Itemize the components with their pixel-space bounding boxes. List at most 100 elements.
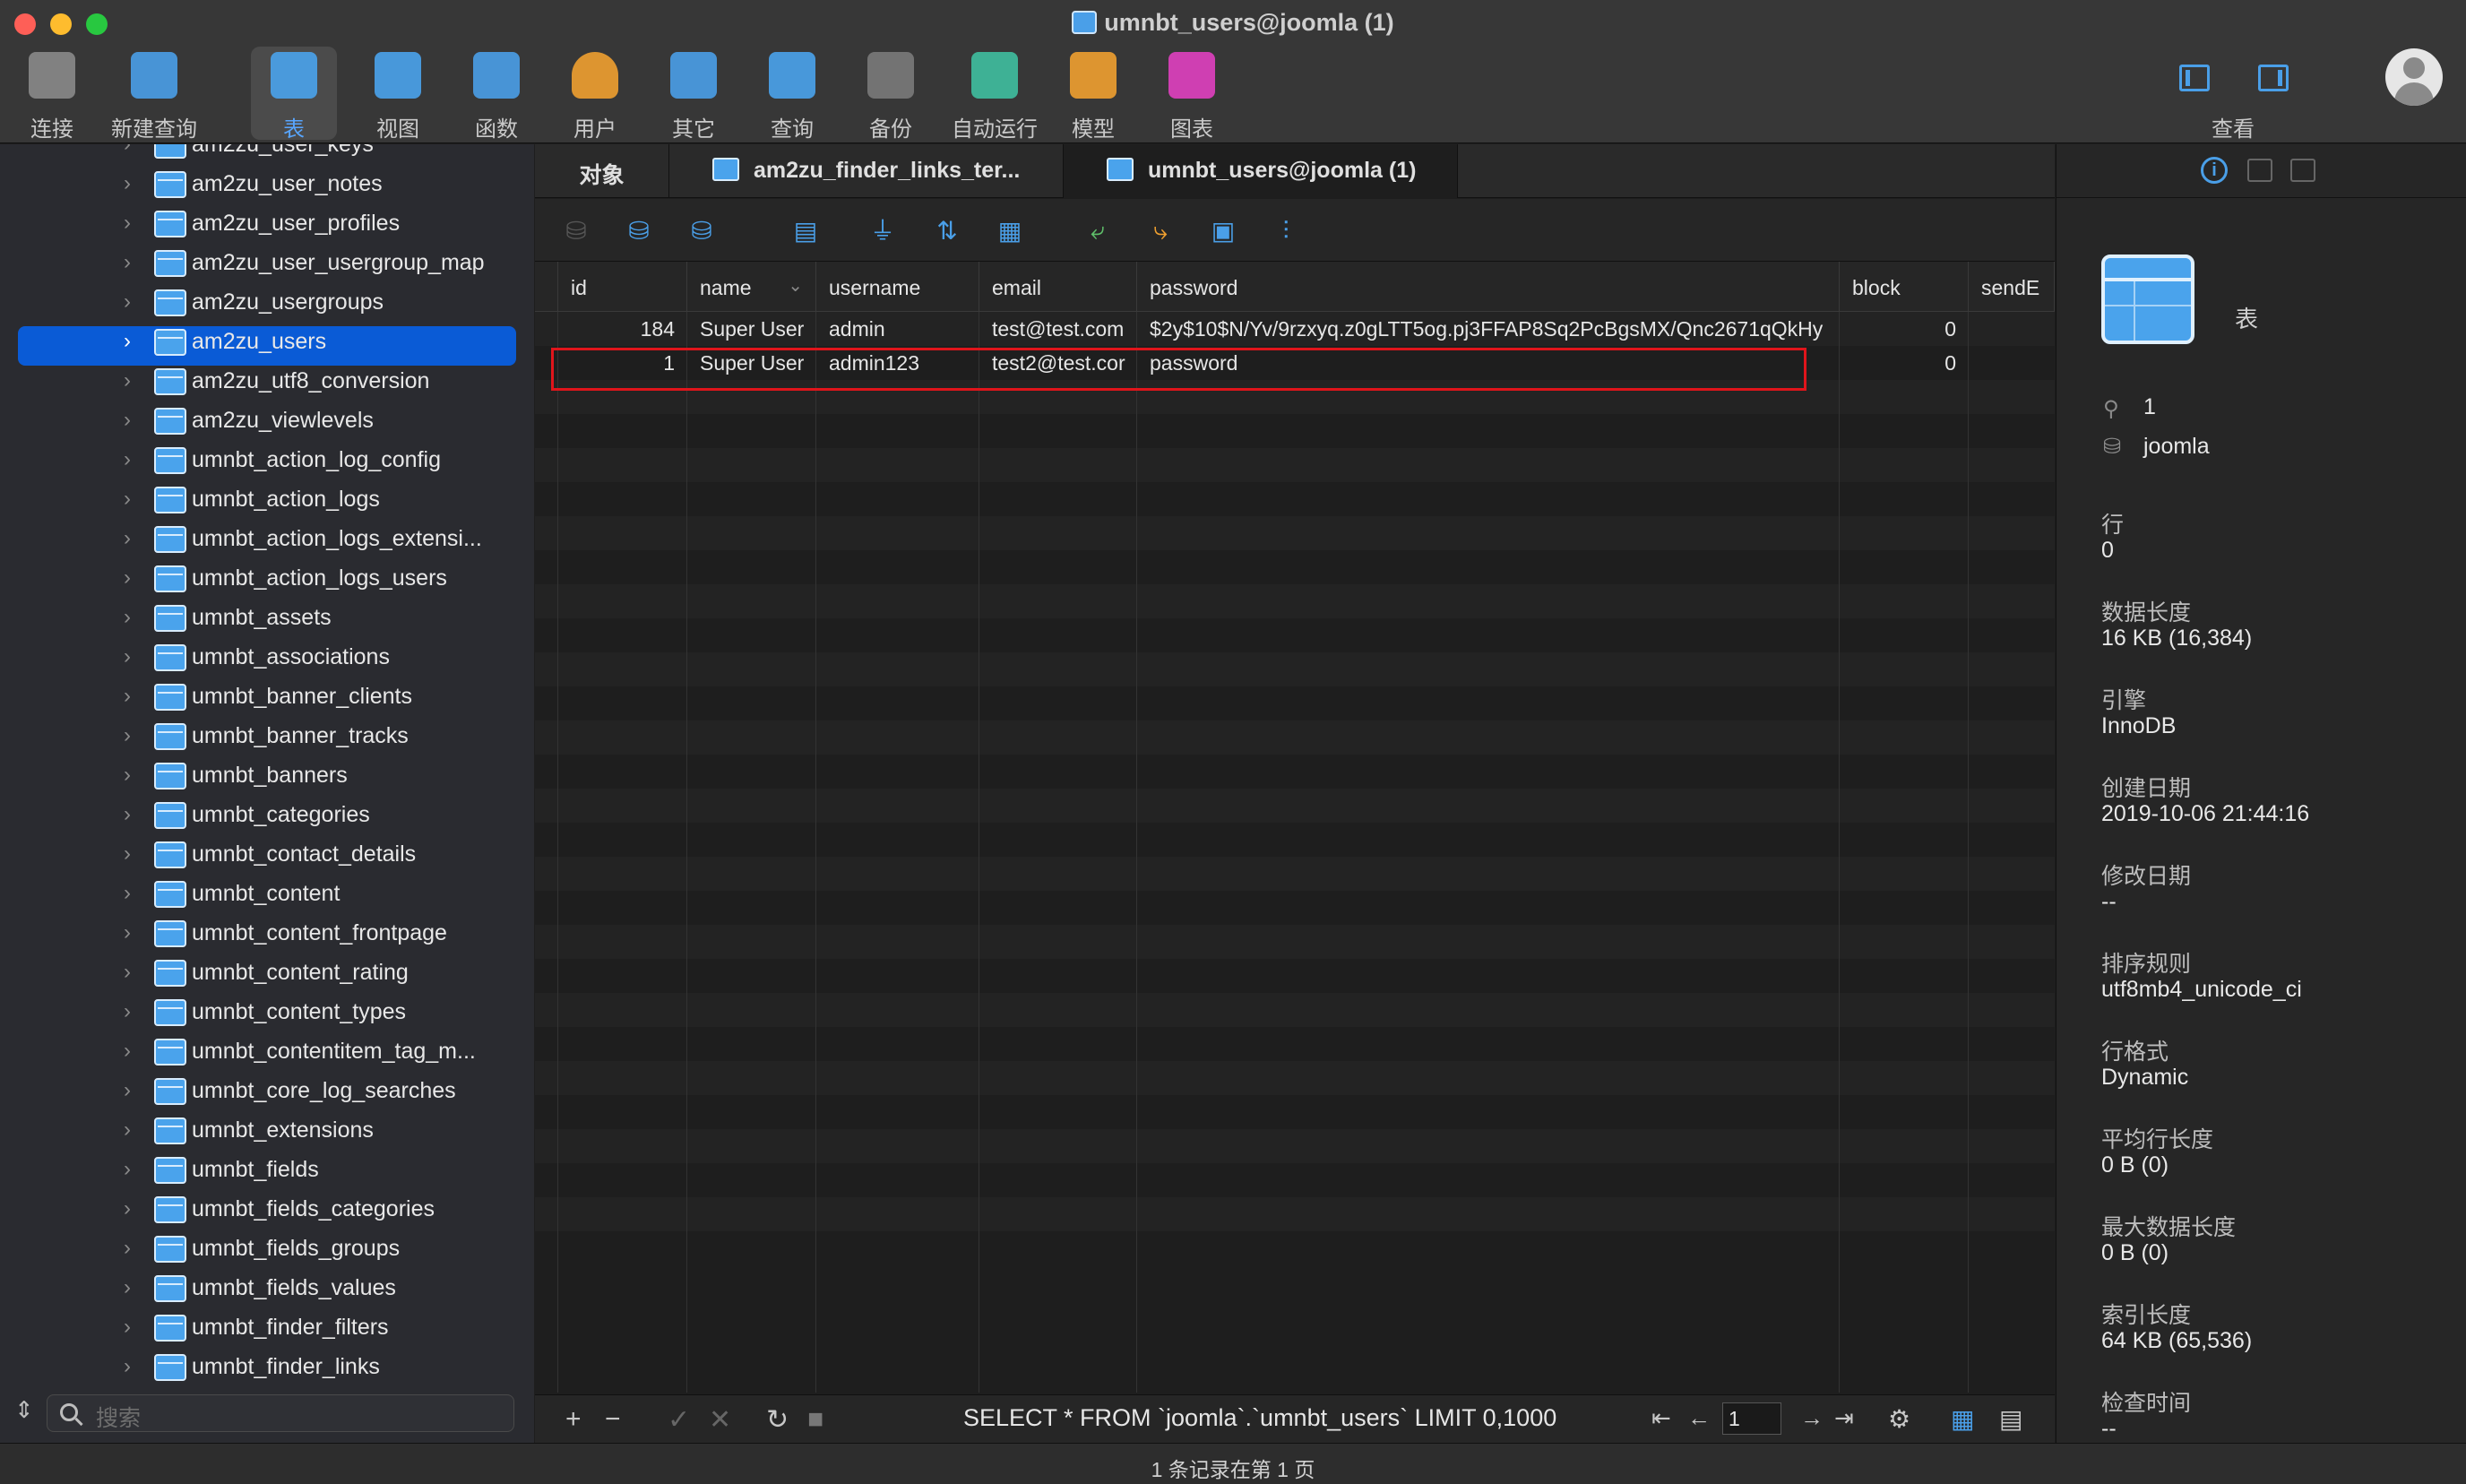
first-page-button[interactable]: ⇤	[1651, 1404, 1671, 1432]
add-row-button[interactable]: +	[565, 1404, 582, 1435]
sidebar-item-umnbt_extensions[interactable]: › umnbt_extensions	[0, 1110, 534, 1150]
chevron-right-icon[interactable]: ›	[124, 1354, 131, 1379]
tab-finder-links[interactable]: am2zu_finder_links_ter...	[669, 144, 1064, 198]
sidebar-item-umnbt_content_frontpage[interactable]: › umnbt_content_frontpage	[0, 913, 534, 953]
last-page-button[interactable]: ⇥	[1834, 1404, 1854, 1432]
chevron-right-icon[interactable]: ›	[124, 487, 131, 512]
sidebar-item-umnbt_action_logs_extensi...[interactable]: › umnbt_action_logs_extensi...	[0, 519, 534, 558]
sidebar-item-umnbt_associations[interactable]: › umnbt_associations	[0, 637, 534, 677]
grid-view-button[interactable]: ▦	[1951, 1404, 1974, 1434]
export-icon[interactable]: ⤷	[1146, 217, 1175, 246]
toolbar-view-button[interactable]: 视图	[355, 47, 441, 142]
sidebar-item-umnbt_banner_tracks[interactable]: › umnbt_banner_tracks	[0, 716, 534, 755]
grid-cell-block[interactable]: 0	[1840, 312, 1969, 346]
sidebar-item-am2zu_viewlevels[interactable]: › am2zu_viewlevels	[0, 401, 534, 440]
toolbar-model-button[interactable]: 模型	[1050, 47, 1136, 142]
toolbar-backup-button[interactable]: 备份	[848, 47, 934, 142]
account-avatar[interactable]	[2385, 48, 2443, 106]
sidebar-item-am2zu_utf8_conversion[interactable]: › am2zu_utf8_conversion	[0, 361, 534, 401]
sidebar-item-umnbt_banners[interactable]: › umnbt_banners	[0, 755, 534, 795]
grid-icon[interactable]: ▦	[996, 217, 1024, 246]
filter-icon[interactable]: ⏚	[868, 217, 897, 246]
chevron-right-icon[interactable]: ›	[124, 1117, 131, 1143]
chevron-right-icon[interactable]: ›	[124, 565, 131, 591]
sidebar-item-am2zu_usergroups[interactable]: › am2zu_usergroups	[0, 282, 534, 322]
chevron-right-icon[interactable]: ›	[124, 881, 131, 906]
grid-cell-sendE[interactable]	[1969, 312, 2055, 346]
chevron-right-icon[interactable]: ›	[124, 920, 131, 945]
grid-cell-name[interactable]: Super User	[687, 312, 816, 346]
settings-gear-icon[interactable]: ⚙	[1888, 1404, 1910, 1434]
chevron-right-icon[interactable]: ›	[124, 1275, 131, 1300]
refresh-button[interactable]: ↻	[766, 1404, 789, 1436]
sidebar-item-umnbt_contentitem_tag_m...[interactable]: › umnbt_contentitem_tag_m...	[0, 1031, 534, 1071]
toolbar-query-button[interactable]: 查询	[749, 47, 835, 142]
column-header-block[interactable]: block	[1840, 262, 1969, 312]
chevron-right-icon[interactable]: ›	[124, 1078, 131, 1103]
column-header-sendE[interactable]: sendE	[1969, 262, 2055, 312]
toolbar-function-button[interactable]: 函数	[453, 47, 539, 142]
chevron-right-icon[interactable]: ›	[124, 368, 131, 393]
page-number-input[interactable]	[1722, 1402, 1781, 1435]
tab-umnbt-users[interactable]: umnbt_users@joomla (1)	[1064, 144, 1458, 198]
sidebar-item-umnbt_categories[interactable]: › umnbt_categories	[0, 795, 534, 834]
column-header-email[interactable]: email	[979, 262, 1137, 312]
sort-icon[interactable]: ⇅	[933, 217, 961, 246]
chevron-right-icon[interactable]: ›	[124, 999, 131, 1024]
chevron-right-icon[interactable]: ›	[124, 211, 131, 236]
form-view-button[interactable]: ▤	[1999, 1404, 2022, 1434]
chevron-right-icon[interactable]: ›	[124, 841, 131, 867]
toolbar-robot-button[interactable]: 自动运行	[952, 47, 1038, 142]
chevron-right-icon[interactable]: ›	[124, 644, 131, 669]
sidebar-toggle-button[interactable]	[2179, 65, 2210, 91]
chevron-right-icon[interactable]: ›	[124, 605, 131, 630]
sidebar-item-am2zu_user_profiles[interactable]: › am2zu_user_profiles	[0, 203, 534, 243]
tab-objects[interactable]: 对象	[535, 144, 669, 198]
chevron-right-icon[interactable]: ›	[124, 1039, 131, 1064]
previous-page-button[interactable]: ←	[1687, 1404, 1711, 1432]
sidebar-item-umnbt_finder_links[interactable]: › umnbt_finder_links	[0, 1347, 534, 1386]
chevron-right-icon[interactable]: ›	[124, 447, 131, 472]
grid-cell-block[interactable]: 0	[1840, 346, 1969, 380]
toolbar-new-query-button[interactable]: 新建查询	[111, 47, 197, 142]
chevron-right-icon[interactable]: ›	[124, 1196, 131, 1221]
profile-icon[interactable]: ⫶	[1272, 217, 1300, 246]
toolbar-table-button[interactable]: 表	[251, 47, 337, 142]
chevron-right-icon[interactable]: ›	[124, 144, 131, 157]
chevron-right-icon[interactable]: ›	[124, 802, 131, 827]
import-icon[interactable]: ⤶	[1083, 217, 1112, 246]
toolbar-tools-button[interactable]: 其它	[651, 47, 737, 142]
discard-changes-button[interactable]: ✕	[709, 1404, 731, 1436]
sidebar-item-umnbt_banner_clients[interactable]: › umnbt_banner_clients	[0, 677, 534, 716]
sidebar-item-umnbt_action_logs[interactable]: › umnbt_action_logs	[0, 479, 534, 519]
data-generator-icon[interactable]: ▣	[1209, 217, 1237, 246]
sidebar-item-umnbt_content_rating[interactable]: › umnbt_content_rating	[0, 953, 534, 992]
info-icon[interactable]: i	[2201, 157, 2228, 184]
sidebar-item-umnbt_action_logs_users[interactable]: › umnbt_action_logs_users	[0, 558, 534, 598]
sidebar-item-umnbt_fields_groups[interactable]: › umnbt_fields_groups	[0, 1229, 534, 1268]
filter-toggle-icon[interactable]: ⇕	[14, 1396, 34, 1424]
chevron-right-icon[interactable]: ›	[124, 171, 131, 196]
er-diagram-icon[interactable]	[2290, 159, 2315, 182]
grid-cell-username[interactable]: admin	[816, 312, 979, 346]
toolbar-plug-button[interactable]: 连接	[9, 47, 95, 142]
column-header-password[interactable]: password	[1137, 262, 1840, 312]
chevron-right-icon[interactable]: ›	[124, 289, 131, 315]
sidebar-item-umnbt_core_log_searches[interactable]: › umnbt_core_log_searches	[0, 1071, 534, 1110]
chevron-right-icon[interactable]: ›	[124, 329, 131, 354]
ddl-icon[interactable]	[2247, 159, 2272, 182]
chevron-right-icon[interactable]: ›	[124, 684, 131, 709]
sidebar-item-umnbt_content[interactable]: › umnbt_content	[0, 874, 534, 913]
sidebar-item-umnbt_assets[interactable]: › umnbt_assets	[0, 598, 534, 637]
sidebar-item-umnbt_fields_categories[interactable]: › umnbt_fields_categories	[0, 1189, 534, 1229]
chevron-right-icon[interactable]: ›	[124, 526, 131, 551]
toolbar-user-button[interactable]: 用户	[552, 47, 638, 142]
delete-row-button[interactable]: −	[605, 1404, 621, 1435]
apply-changes-button[interactable]: ✓	[668, 1404, 690, 1436]
text-view-icon[interactable]: ▤	[791, 217, 820, 246]
column-header-id[interactable]: id	[558, 262, 687, 312]
grid-cell-password[interactable]: $2y$10$N/Yv/9rzxyq.z0gLTT5og.pj3FFAP8Sq2…	[1137, 312, 1840, 346]
sidebar-search-input[interactable]: 搜索	[47, 1394, 514, 1432]
inspector-toggle-button[interactable]	[2258, 65, 2289, 91]
column-header-name[interactable]: name ⌄	[687, 262, 816, 312]
